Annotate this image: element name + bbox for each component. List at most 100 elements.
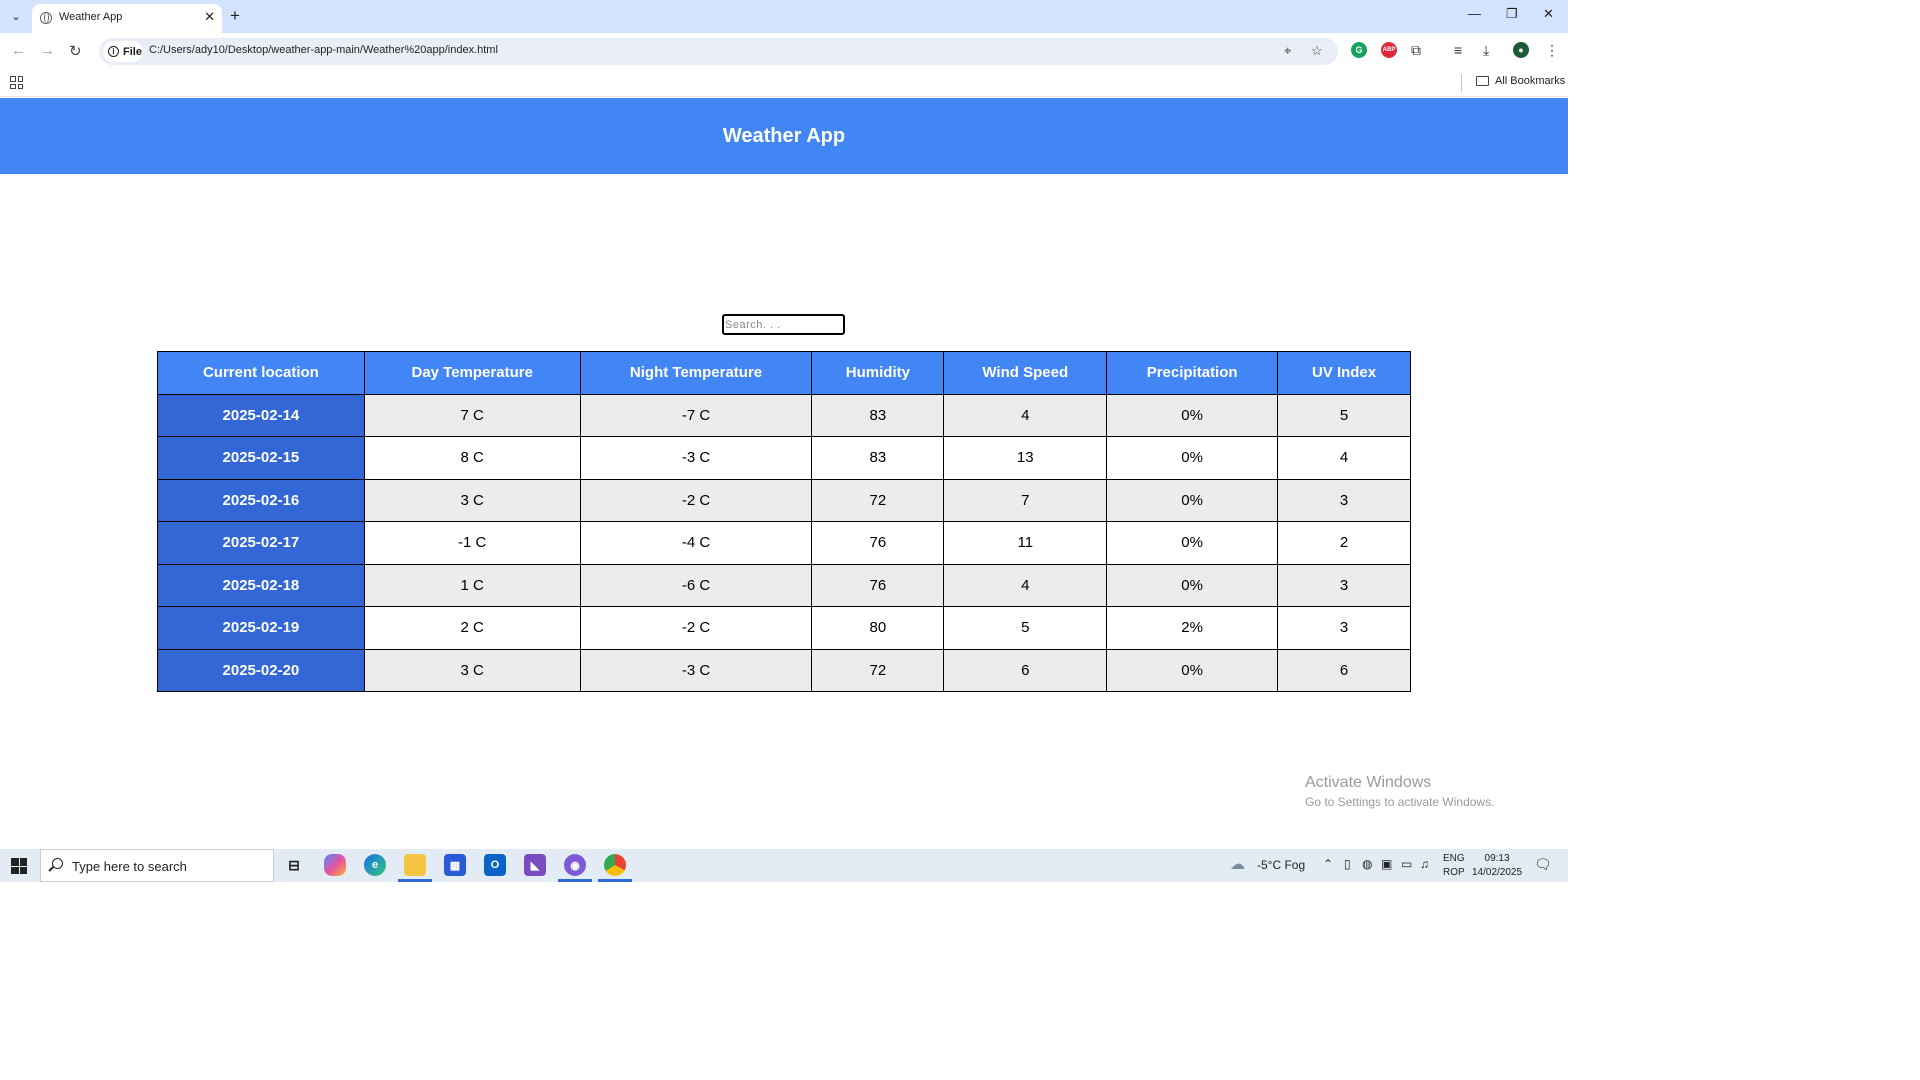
weather-text[interactable]: -5°C Fog <box>1257 858 1305 872</box>
day-temp-cell: 7 C <box>363 393 581 437</box>
reload-icon[interactable]: ↻ <box>69 42 82 60</box>
night-temp-cell: -3 C <box>579 648 813 692</box>
keyboard-layout: ROP <box>1443 867 1465 878</box>
minimize-button[interactable]: — <box>1468 6 1481 21</box>
humidity-cell: 76 <box>811 563 945 607</box>
humidity-cell: 83 <box>811 436 945 480</box>
table-row: 2025-02-14 7 C -7 C 83 4 0% 5 <box>157 393 1411 437</box>
visual-studio-icon[interactable]: ◣ <box>524 854 546 876</box>
store-icon[interactable]: ▦ <box>444 854 466 876</box>
restore-button[interactable]: ❐ <box>1506 6 1518 22</box>
window-close-button[interactable]: ✕ <box>1543 6 1554 22</box>
clock-date: 14/02/2025 <box>1472 867 1523 878</box>
wind-speed-cell: 4 <box>943 393 1108 437</box>
uv-index-cell: 3 <box>1277 478 1411 522</box>
column-header-humidity: Humidity <box>811 351 945 395</box>
windows-start-icon[interactable] <box>11 858 27 874</box>
column-header-location: Current location <box>157 351 365 395</box>
day-temp-cell: 8 C <box>363 436 581 480</box>
taskbar-search-box[interactable]: Type here to search <box>40 849 274 882</box>
weather-table: Current location Day Temperature Night T… <box>157 351 1411 692</box>
uv-index-cell: 4 <box>1277 436 1411 480</box>
tab-title: Weather App <box>59 11 123 23</box>
address-bar[interactable]: i File C:/Users/ady10/Desktop/weather-ap… <box>99 38 1338 65</box>
chrome-active-indicator <box>598 879 632 882</box>
language-indicator[interactable]: ENG ROP <box>1443 852 1465 880</box>
weather-cloud-icon[interactable]: ☁ <box>1230 855 1245 873</box>
new-tab-button[interactable]: + <box>230 6 240 26</box>
wind-speed-cell: 5 <box>943 606 1108 650</box>
file-explorer-icon[interactable] <box>404 854 426 876</box>
clock[interactable]: 09:13 14/02/2025 <box>1472 852 1522 880</box>
precipitation-cell: 0% <box>1106 393 1279 437</box>
browser-toolbar: ← → ↻ i File C:/Users/ady10/Desktop/weat… <box>0 33 1568 69</box>
chrome-icon[interactable] <box>604 854 626 876</box>
wind-speed-cell: 7 <box>943 478 1108 522</box>
forward-arrow-icon[interactable]: → <box>40 42 55 59</box>
uv-index-cell: 3 <box>1277 563 1411 607</box>
browser-tab[interactable]: Weather App ✕ <box>32 4 222 33</box>
tray-update-icon[interactable]: ▣ <box>1381 857 1392 871</box>
task-view-icon[interactable]: ⊟ <box>283 854 305 876</box>
volume-icon[interactable]: ♫ <box>1420 857 1429 871</box>
precipitation-cell: 0% <box>1106 436 1279 480</box>
media-controls-icon[interactable]: ≡ <box>1454 42 1462 58</box>
bookmarks-divider <box>1461 74 1462 92</box>
precipitation-cell: 0% <box>1106 521 1279 565</box>
humidity-cell: 72 <box>811 478 945 522</box>
uv-index-cell: 6 <box>1277 648 1411 692</box>
precipitation-cell: 2% <box>1106 606 1279 650</box>
location-pin-icon[interactable]: ⌖ <box>1284 43 1291 59</box>
wind-speed-cell: 6 <box>943 648 1108 692</box>
watermark-subtitle: Go to Settings to activate Windows. <box>1305 795 1495 809</box>
notifications-icon[interactable]: 🗨 <box>1534 856 1552 873</box>
network-icon[interactable]: ▭ <box>1401 857 1412 871</box>
day-temp-cell: 3 C <box>363 648 581 692</box>
discord-icon[interactable]: ◉ <box>564 854 586 876</box>
bookmark-star-icon[interactable]: ☆ <box>1311 43 1323 59</box>
copilot-icon[interactable] <box>324 854 346 876</box>
tray-app-icon[interactable]: ◍ <box>1362 857 1372 871</box>
tab-close-icon[interactable]: ✕ <box>204 9 215 25</box>
all-bookmarks-label: All Bookmarks <box>1495 75 1566 87</box>
apps-grid-icon[interactable] <box>10 76 23 89</box>
wind-speed-cell: 4 <box>943 563 1108 607</box>
back-arrow-icon[interactable]: ← <box>11 42 26 59</box>
app-header: Weather App <box>0 98 1568 174</box>
tab-search-chevron-icon[interactable]: ⌄ <box>6 6 26 26</box>
day-temp-cell: 2 C <box>363 606 581 650</box>
day-temp-cell: 3 C <box>363 478 581 522</box>
tray-device-icon[interactable]: ▯ <box>1344 857 1351 871</box>
url-text[interactable]: C:/Users/ady10/Desktop/weather-app-main/… <box>149 44 498 56</box>
grammarly-extension-icon[interactable]: G <box>1351 42 1367 58</box>
language-code: ENG <box>1443 853 1465 864</box>
column-header-night-temp: Night Temperature <box>579 351 813 395</box>
uv-index-cell: 2 <box>1277 521 1411 565</box>
site-info-chip[interactable]: i File <box>103 41 143 62</box>
adblock-extension-icon[interactable]: ABP <box>1381 42 1397 58</box>
outlook-icon[interactable]: O <box>484 854 506 876</box>
humidity-cell: 76 <box>811 521 945 565</box>
browser-menu-icon[interactable]: ⋮ <box>1545 42 1559 59</box>
uv-index-cell: 3 <box>1277 606 1411 650</box>
search-input[interactable] <box>722 314 845 335</box>
activate-windows-watermark: Activate Windows Go to Settings to activ… <box>1305 774 1494 809</box>
edge-icon[interactable]: e <box>364 854 386 876</box>
night-temp-cell: -2 C <box>579 478 813 522</box>
date-cell: 2025-02-16 <box>157 478 365 522</box>
download-icon[interactable]: ⤓ <box>1483 42 1489 59</box>
date-cell: 2025-02-20 <box>157 648 365 692</box>
night-temp-cell: -4 C <box>579 521 813 565</box>
profile-avatar[interactable]: ● <box>1513 42 1529 58</box>
info-icon: i <box>108 46 119 57</box>
table-header-row: Current location Day Temperature Night T… <box>157 351 1411 395</box>
extensions-puzzle-icon[interactable]: ⧉ <box>1411 42 1421 59</box>
explorer-active-indicator <box>398 879 432 882</box>
tray-chevron-up-icon[interactable]: ⌃ <box>1323 857 1333 871</box>
search-icon <box>52 858 63 869</box>
date-cell: 2025-02-18 <box>157 563 365 607</box>
watermark-title: Activate Windows <box>1305 774 1432 791</box>
humidity-cell: 80 <box>811 606 945 650</box>
site-info-label: File <box>123 45 142 58</box>
all-bookmarks-button[interactable]: All Bookmarks <box>1476 75 1565 87</box>
